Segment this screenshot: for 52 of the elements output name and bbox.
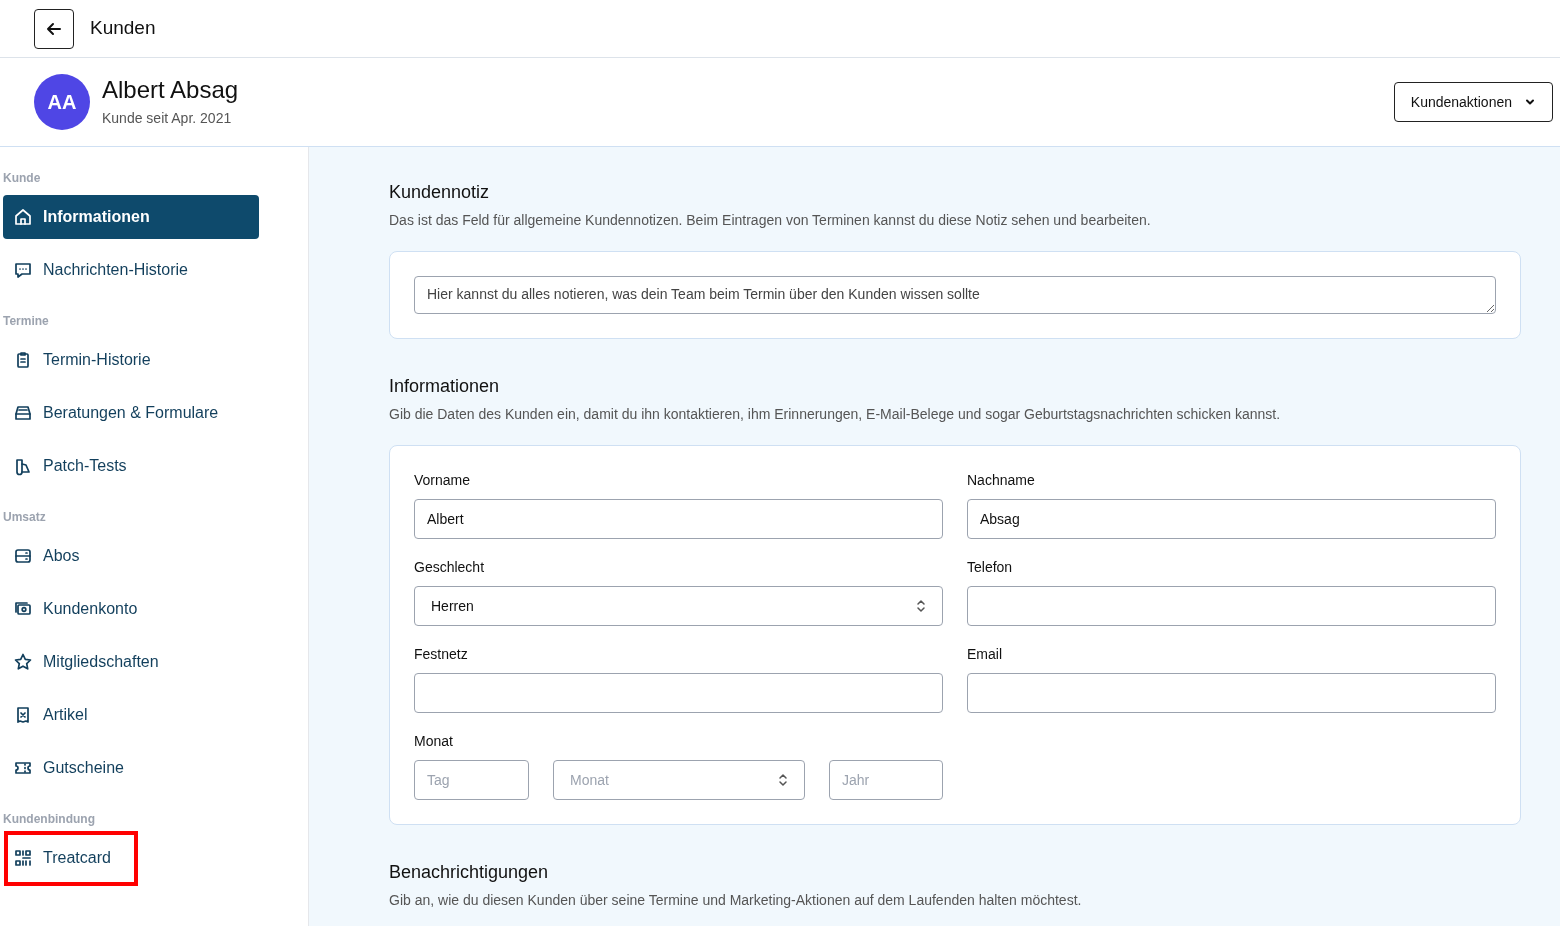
section-heading: Termine	[3, 313, 50, 329]
day-field[interactable]: Tag	[414, 760, 529, 800]
text-field[interactable]	[967, 586, 1496, 626]
note-field[interactable]: Hier kannst du alles notieren, was dein Team beim Termin über den Kunden wissen sollte	[414, 276, 1496, 314]
home-icon	[13, 207, 33, 227]
nav-item[interactable]: Kundenkonto	[3, 587, 259, 631]
chat-icon	[13, 260, 33, 280]
text-field[interactable]	[414, 673, 943, 713]
field-label: Email	[967, 645, 1003, 664]
swatch-icon	[13, 456, 33, 476]
customer-actions-button[interactable]: Kundenaktionen	[1393, 82, 1553, 122]
section-title: Informationen	[389, 375, 501, 398]
section-description: Gib an, wie du diesen Kunden über seine Termine und Marketing-Aktionen auf dem Laufenden halten möchtest.	[389, 891, 1083, 910]
back-button[interactable]	[34, 8, 74, 49]
field-label: Festnetz	[414, 645, 469, 664]
section-description: Gib die Daten des Kunden ein, damit du ihn kontaktieren, ihm Erinnerungen, E-Mail-Belege und sogar Geburtstagsnachrichten schicken kannst.	[389, 405, 1282, 424]
nav-item[interactable]: Abos	[3, 534, 259, 578]
section-heading: Kunde	[3, 170, 42, 186]
text-field[interactable]: Absag	[967, 499, 1496, 539]
nav-item[interactable]: Patch-Tests	[3, 444, 259, 488]
field-label: Telefon	[967, 558, 1014, 577]
nav-item[interactable]: Gutscheine	[3, 746, 259, 790]
nav-item[interactable]: Treatcard	[3, 836, 259, 880]
field-label: Monat	[414, 732, 454, 751]
select-arrows-icon	[916, 598, 926, 614]
select-field[interactable]: Herren	[414, 586, 943, 626]
text-field[interactable]: Albert	[414, 499, 943, 539]
star-icon	[13, 652, 33, 672]
server-icon	[13, 546, 33, 566]
nav-item[interactable]: Nachrichten-Historie	[3, 248, 259, 292]
section-heading: Kundenbindung	[3, 811, 96, 827]
select-arrows-icon	[778, 772, 788, 788]
text-field[interactable]	[967, 673, 1496, 713]
nav-item[interactable]: Artikel	[3, 693, 259, 737]
section-title: Benachrichtigungen	[389, 861, 550, 884]
nav-item[interactable]: Mitgliedschaften	[3, 640, 259, 684]
nav-item[interactable]: Termin-Historie	[3, 338, 259, 382]
section-title: Kundennotiz	[389, 181, 491, 204]
qr-icon	[13, 848, 33, 868]
nav-item[interactable]: Informationen	[3, 195, 259, 239]
tray-icon	[13, 403, 33, 423]
section-heading: Umsatz	[3, 509, 47, 525]
year-field[interactable]: Jahr	[829, 760, 943, 800]
avatar: AA	[34, 74, 90, 130]
page-title: Kunden	[90, 16, 156, 41]
field-label: Vorname	[414, 471, 472, 490]
customer-since: Kunde seit Apr. 2021	[102, 108, 233, 128]
field-label: Nachname	[967, 471, 1036, 490]
section-description: Das ist das Feld für allgemeine Kundennotizen. Beim Eintragen von Terminen kannst du diese Notiz sehen und bearbeiten.	[389, 211, 1152, 230]
customer-name: Albert Absag	[102, 75, 239, 104]
field-label: Geschlecht	[414, 558, 486, 577]
nav-item[interactable]: Beratungen & Formulare	[3, 391, 259, 435]
